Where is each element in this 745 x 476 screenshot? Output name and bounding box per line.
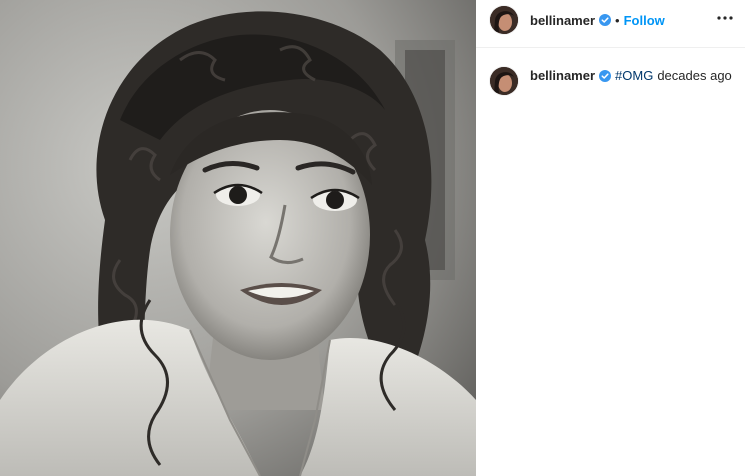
header-line: bellinamer • Follow <box>530 12 665 28</box>
post-photo[interactable] <box>0 0 476 476</box>
hashtag-link[interactable]: #OMG <box>615 68 653 83</box>
post-username[interactable]: bellinamer <box>530 13 595 28</box>
caption-text: decades ago <box>657 68 732 83</box>
post-side-panel: bellinamer • Follow bellinamer #OMG deca… <box>476 0 745 476</box>
separator-dot: • <box>615 12 620 28</box>
caption-line: bellinamer #OMG decades ago <box>530 68 732 83</box>
caption-row: bellinamer #OMG decades ago <box>476 57 745 97</box>
avatar-image <box>490 67 518 95</box>
verified-badge-icon <box>599 14 612 26</box>
caption-avatar[interactable] <box>490 67 518 95</box>
avatar-image <box>490 6 518 34</box>
more-horizontal-icon[interactable] <box>715 8 735 28</box>
portrait-image <box>0 0 476 476</box>
avatar[interactable] <box>490 6 518 34</box>
caption-username[interactable]: bellinamer <box>530 68 595 83</box>
post-header: bellinamer • Follow <box>476 0 745 48</box>
verified-badge-icon <box>599 69 612 82</box>
follow-button[interactable]: Follow <box>624 13 665 28</box>
